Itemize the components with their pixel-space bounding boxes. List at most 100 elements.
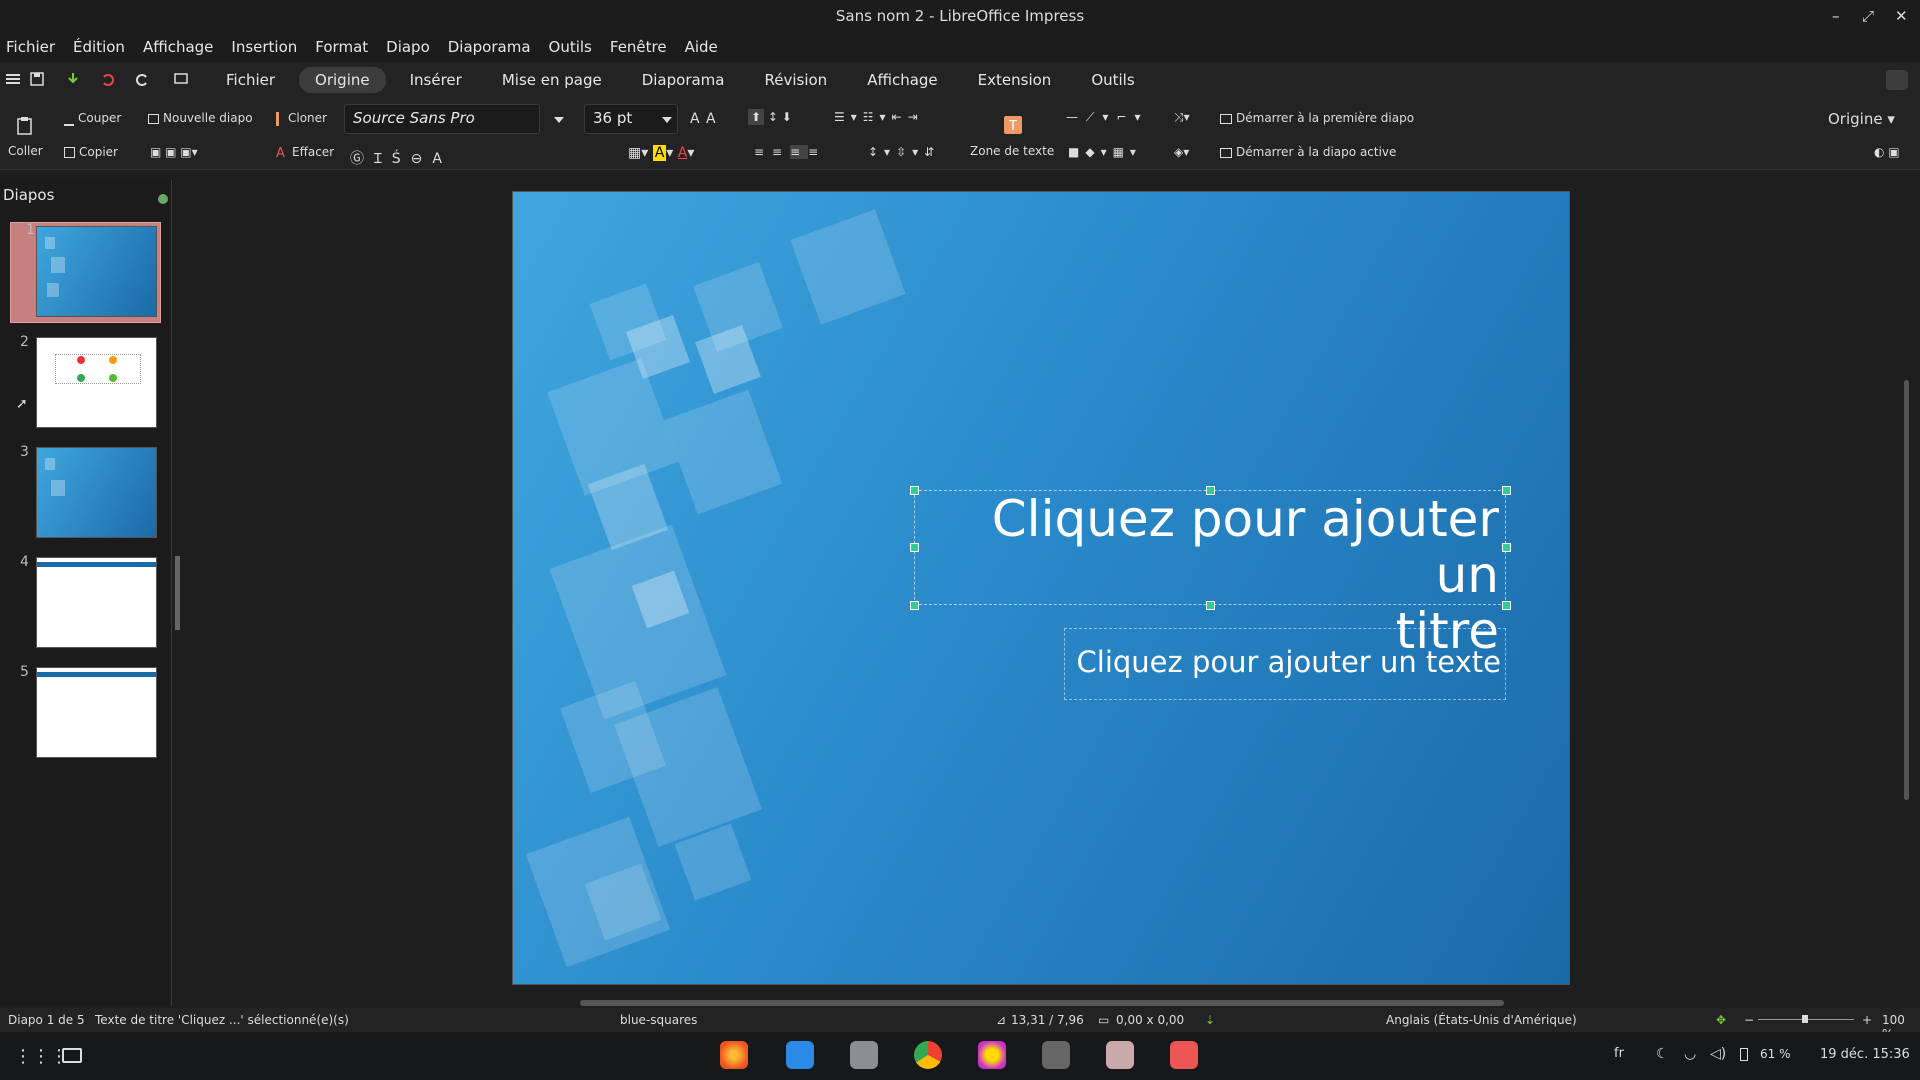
resize-handle[interactable] [910,543,919,552]
resize-handle[interactable] [1502,543,1511,552]
shape-buttons[interactable]: ■◆▾▦▾ [1068,145,1142,159]
redo-icon[interactable] [136,72,150,86]
slide-thumbnail-1[interactable] [36,226,157,317]
slide-thumbnail-3[interactable] [36,447,157,538]
app-grid-icon[interactable]: ⋮⋮⋮ [14,1046,68,1067]
font-color-icon[interactable]: A [678,145,688,161]
zoom-in-icon[interactable]: + [1862,1013,1872,1027]
text-box-button[interactable]: Zone de texte [970,144,1054,158]
tab-outils[interactable]: Outils [1075,67,1150,93]
font-grow-shrink-buttons[interactable]: AA [690,111,722,127]
volume-icon[interactable]: ◁) [1710,1046,1726,1062]
tab-fichier[interactable]: Fichier [210,67,291,93]
horizontal-align-buttons[interactable]: ≡≡≡≡ [754,145,826,159]
text-box-icon[interactable]: T [1004,116,1022,137]
ribbon-extra-icons[interactable]: ◐ ▣ [1874,145,1900,159]
font-name-field[interactable]: Source Sans Pro [344,104,540,134]
document-modified-icon[interactable]: ⇣ [1205,1013,1215,1027]
clone-button[interactable]: Cloner [276,111,327,126]
undo-icon[interactable] [100,72,114,86]
screenshot-icon[interactable] [1042,1041,1070,1069]
favorites-icon[interactable] [978,1041,1006,1069]
tab-origine[interactable]: Origine [299,67,386,93]
night-mode-icon[interactable]: ☾ [1656,1046,1669,1062]
presentation-icon[interactable] [174,72,188,86]
store-icon[interactable] [786,1041,814,1069]
close-button[interactable]: ✕ [1895,0,1908,32]
impress-icon[interactable] [1170,1041,1198,1069]
highlight-color-icon[interactable]: A [652,145,667,161]
menu-format[interactable]: Format [315,38,368,56]
subtitle-placeholder[interactable]: Cliquez pour ajouter un texte [1064,628,1506,700]
tab-affichage[interactable]: Affichage [851,67,953,93]
resize-handle[interactable] [1206,601,1215,610]
slide-thumbnail-4[interactable] [36,557,157,648]
cut-button[interactable]: Couper [64,111,121,126]
menu-insertion[interactable]: Insertion [231,38,297,56]
hamburger-menu-icon[interactable] [6,72,20,86]
resize-handle[interactable] [910,601,919,610]
menu-aide[interactable]: Aide [685,38,718,56]
tab-inserer[interactable]: Insérer [394,67,478,93]
menu-diaporama[interactable]: Diaporama [448,38,531,56]
vertical-align-buttons[interactable]: ⬆ ↕ ⬇ [748,109,792,125]
spacing-buttons[interactable]: ↕▾⇳▾⇵ [868,145,940,159]
save-icon[interactable] [30,72,44,86]
clear-format-button[interactable]: A Effacer [276,145,334,161]
tab-mise-en-page[interactable]: Mise en page [486,67,618,93]
slide-layout-icons[interactable]: ▣ ▣ ▣▾ [150,145,198,159]
new-slide-button[interactable]: Nouvelle diapo [148,111,253,125]
font-size-dropdown-icon[interactable] [662,117,672,123]
menu-fichier[interactable]: Fichier [6,38,55,56]
character-style-buttons[interactable]: ▦▾ A ▾ A▾ [628,145,694,161]
download-icon[interactable] [66,72,80,86]
resize-handle[interactable] [910,486,919,495]
tab-revision[interactable]: Révision [749,67,844,93]
firefox-icon[interactable] [720,1041,748,1069]
menu-edition[interactable]: Édition [73,38,125,56]
slide-thumbnail-5[interactable] [36,667,157,758]
text-effect-buttons[interactable]: ⒼꞮŚ⊖A [350,148,452,168]
chrome-icon[interactable] [914,1041,942,1069]
transform-button[interactable]: ⤨▾ [1174,110,1190,125]
fill-button[interactable]: ◈▾ [1174,145,1189,159]
zoom-out-icon[interactable]: − [1744,1013,1754,1027]
archive-icon[interactable] [1106,1041,1134,1069]
zoom-slider-thumb[interactable] [1802,1015,1808,1023]
paste-icon[interactable] [16,116,34,139]
character-highlight-icon[interactable]: ▦▾ [628,145,648,161]
resize-handle[interactable] [1502,601,1511,610]
language-status[interactable]: Anglais (États-Unis d'Amérique) [1386,1013,1577,1027]
clock[interactable]: 19 déc. 15:36 [1820,1047,1910,1062]
master-slide-name[interactable]: blue-squares [620,1013,697,1027]
menu-diapo[interactable]: Diapo [386,38,430,56]
copy-button[interactable]: Copier [64,145,118,159]
origine-dropdown[interactable]: Origine ▾ [1828,110,1895,128]
menu-affichage[interactable]: Affichage [143,38,213,56]
slide-thumbnail-2[interactable] [36,337,157,428]
restore-button[interactable]: ⤢ [1862,0,1874,32]
fit-slide-icon[interactable]: ✥ [1716,1013,1726,1027]
tab-extension[interactable]: Extension [962,67,1068,93]
wifi-icon[interactable]: ◡ [1684,1046,1696,1062]
title-placeholder[interactable]: Cliquez pour ajouter un titre [914,490,1506,659]
sidebar-toggle-button[interactable] [1886,70,1908,90]
paste-button[interactable]: Coller [8,144,43,158]
start-current-slide-button[interactable]: Démarrer à la diapo active [1220,145,1396,159]
window-overview-icon[interactable] [62,1048,82,1063]
tab-diaporama[interactable]: Diaporama [626,67,741,93]
resize-handle[interactable] [1502,486,1511,495]
list-buttons[interactable]: ☰▾☷▾⇤⇥ [834,110,924,124]
resize-handle[interactable] [1206,486,1215,495]
menu-outils[interactable]: Outils [549,38,592,56]
vertical-scrollbar[interactable] [1904,380,1909,800]
horizontal-scrollbar[interactable] [580,1000,1504,1006]
draw-line-buttons[interactable]: —⟋▾⌐▾ [1066,110,1149,125]
files-icon[interactable] [850,1041,878,1069]
battery-icon[interactable] [1740,1048,1748,1061]
close-pane-icon[interactable] [158,194,168,204]
minimize-button[interactable]: – [1832,0,1840,32]
keyboard-language[interactable]: fr [1614,1046,1624,1061]
font-name-dropdown-icon[interactable] [554,117,564,123]
menu-fenetre[interactable]: Fenêtre [610,38,667,56]
